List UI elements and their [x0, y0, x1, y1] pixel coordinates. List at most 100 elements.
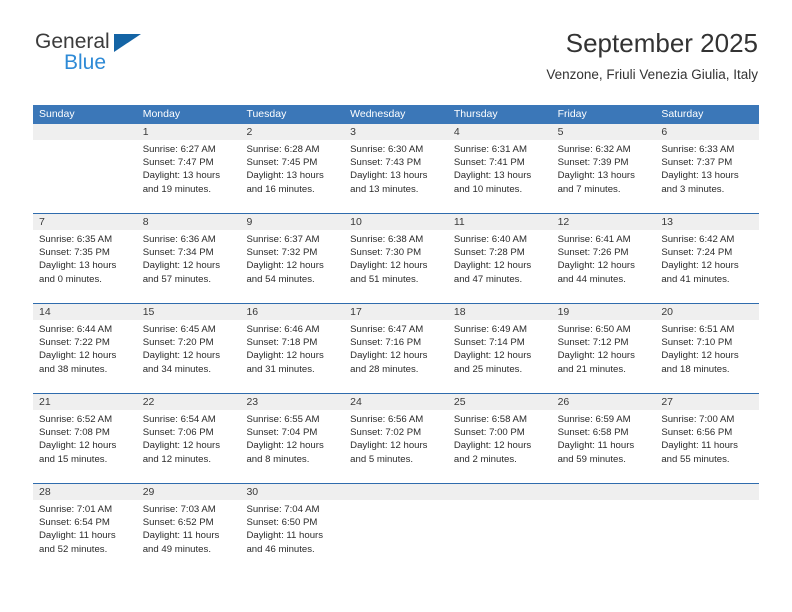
day-cell-6[interactable]: Sunrise: 6:33 AM Sunset: 7:37 PM Daylight:…	[655, 140, 759, 213]
day-info-line: Sunset: 7:30 PM	[350, 247, 422, 259]
day-info-line: Daylight: 12 hours	[246, 350, 324, 362]
day-cell-14[interactable]: Sunrise: 6:44 AM Sunset: 7:22 PM Daylight:…	[33, 320, 137, 393]
day-number-11[interactable]: 11	[448, 214, 552, 230]
day-info-line: Daylight: 13 hours	[39, 260, 117, 272]
day-cell-10[interactable]: Sunrise: 6:38 AM Sunset: 7:30 PM Daylight:…	[344, 230, 448, 303]
day-info-line: and 5 minutes.	[350, 453, 414, 465]
day-cell-11[interactable]: Sunrise: 6:40 AM Sunset: 7:28 PM Daylight:…	[448, 230, 552, 303]
day-info-line: Daylight: 11 hours	[39, 530, 116, 542]
day-cell-29[interactable]: Sunrise: 7:03 AM Sunset: 6:52 PM Daylight:…	[137, 500, 241, 573]
day-cell-22[interactable]: Sunrise: 6:54 AM Sunset: 7:06 PM Daylight:…	[137, 410, 241, 483]
day-number-18[interactable]: 18	[448, 304, 552, 320]
day-number-3[interactable]: 3	[344, 124, 448, 140]
day-cell-24[interactable]: Sunrise: 6:56 AM Sunset: 7:02 PM Daylight:…	[344, 410, 448, 483]
day-info-line: Sunrise: 6:49 AM	[453, 324, 527, 335]
day-number-28[interactable]: 28	[33, 484, 137, 500]
day-cell-3[interactable]: Sunrise: 6:30 AM Sunset: 7:43 PM Daylight:…	[344, 140, 448, 213]
day-number-21[interactable]: 21	[33, 394, 137, 410]
day-info-line: Daylight: 12 hours	[350, 350, 428, 362]
day-number-10[interactable]: 10	[344, 214, 448, 230]
day-info-line: Daylight: 12 hours	[246, 260, 324, 272]
day-number-1[interactable]: 1	[137, 124, 241, 140]
day-number-27[interactable]: 27	[655, 394, 759, 410]
day-number-empty	[552, 484, 656, 500]
day-info-line: Daylight: 11 hours	[661, 440, 738, 452]
day-number-9[interactable]: 9	[240, 214, 344, 230]
day-number-6[interactable]: 6	[655, 124, 759, 140]
day-number-20[interactable]: 20	[655, 304, 759, 320]
day-cell-empty	[344, 500, 448, 573]
day-number-8[interactable]: 8	[137, 214, 241, 230]
day-cell-21[interactable]: Sunrise: 6:52 AM Sunset: 7:08 PM Daylight:…	[33, 410, 137, 483]
day-info-line: and 28 minutes.	[350, 363, 419, 375]
day-cell-empty	[655, 500, 759, 573]
day-cell-1[interactable]: Sunrise: 6:27 AM Sunset: 7:47 PM Daylight:…	[137, 140, 241, 213]
day-cell-23[interactable]: Sunrise: 6:55 AM Sunset: 7:04 PM Daylight:…	[240, 410, 344, 483]
day-number-30[interactable]: 30	[240, 484, 344, 500]
day-info-line: Sunrise: 6:38 AM	[350, 234, 424, 245]
day-info-line: Sunset: 7:45 PM	[246, 157, 318, 169]
day-info-line: and 7 minutes.	[557, 183, 621, 195]
day-info-line: Daylight: 12 hours	[39, 440, 117, 452]
day-info-line: and 38 minutes.	[39, 363, 108, 375]
day-info-line: Daylight: 11 hours	[246, 530, 324, 542]
day-info-line: Sunrise: 6:45 AM	[142, 324, 216, 335]
day-number-29[interactable]: 29	[137, 484, 241, 500]
day-info-line: and 19 minutes.	[142, 183, 211, 195]
day-cell-18[interactable]: Sunrise: 6:49 AM Sunset: 7:14 PM Daylight:…	[448, 320, 552, 393]
day-cell-8[interactable]: Sunrise: 6:36 AM Sunset: 7:34 PM Daylight:…	[137, 230, 241, 303]
day-info-line: Sunrise: 6:36 AM	[142, 234, 216, 245]
day-cell-13[interactable]: Sunrise: 6:42 AM Sunset: 7:24 PM Daylight:…	[655, 230, 759, 303]
day-info-line: and 46 minutes.	[246, 543, 315, 555]
day-info-line: Sunrise: 7:01 AM	[39, 504, 113, 515]
general-blue-logo[interactable]: General Blue	[33, 30, 213, 84]
day-cell-26[interactable]: Sunrise: 6:59 AM Sunset: 6:58 PM Daylight:…	[552, 410, 656, 483]
day-cell-2[interactable]: Sunrise: 6:28 AM Sunset: 7:45 PM Daylight:…	[240, 140, 344, 213]
day-cell-16[interactable]: Sunrise: 6:46 AM Sunset: 7:18 PM Daylight:…	[240, 320, 344, 393]
day-number-26[interactable]: 26	[552, 394, 656, 410]
day-number-2[interactable]: 2	[240, 124, 344, 140]
day-info-line: Sunset: 7:04 PM	[246, 427, 318, 439]
date-number-band: 14 15 16 17 18 19 20	[33, 304, 759, 320]
weekday-header-saturday: Saturday	[661, 108, 704, 120]
day-cell-28[interactable]: Sunrise: 7:01 AM Sunset: 6:54 PM Daylight:…	[33, 500, 137, 573]
day-cell-19[interactable]: Sunrise: 6:50 AM Sunset: 7:12 PM Daylight:…	[552, 320, 656, 393]
day-number-16[interactable]: 16	[240, 304, 344, 320]
day-number-13[interactable]: 13	[655, 214, 759, 230]
day-cell-20[interactable]: Sunrise: 6:51 AM Sunset: 7:10 PM Daylight:…	[655, 320, 759, 393]
day-info-line: Daylight: 12 hours	[453, 350, 532, 362]
day-number-24[interactable]: 24	[344, 394, 448, 410]
day-cell-9[interactable]: Sunrise: 6:37 AM Sunset: 7:32 PM Daylight:…	[240, 230, 344, 303]
day-number-25[interactable]: 25	[448, 394, 552, 410]
day-cell-7[interactable]: Sunrise: 6:35 AM Sunset: 7:35 PM Daylight:…	[33, 230, 137, 303]
day-info-line: Sunset: 7:12 PM	[557, 337, 629, 349]
day-info-line: and 57 minutes.	[142, 273, 211, 285]
day-info-line: Sunrise: 7:03 AM	[142, 504, 216, 515]
day-info-line: Sunset: 7:00 PM	[453, 427, 525, 439]
day-number-22[interactable]: 22	[137, 394, 241, 410]
day-info-line: and 0 minutes.	[39, 273, 102, 285]
day-cell-15[interactable]: Sunrise: 6:45 AM Sunset: 7:20 PM Daylight:…	[137, 320, 241, 393]
day-info-line: and 31 minutes.	[246, 363, 315, 375]
day-number-14[interactable]: 14	[33, 304, 137, 320]
day-info-line: Daylight: 12 hours	[453, 440, 532, 452]
day-cell-17[interactable]: Sunrise: 6:47 AM Sunset: 7:16 PM Daylight:…	[344, 320, 448, 393]
day-number-17[interactable]: 17	[344, 304, 448, 320]
day-number-7[interactable]: 7	[33, 214, 137, 230]
day-info-line: Daylight: 12 hours	[661, 350, 739, 362]
day-info-line: and 3 minutes.	[661, 183, 725, 195]
day-cell-5[interactable]: Sunrise: 6:32 AM Sunset: 7:39 PM Daylight:…	[552, 140, 656, 213]
day-number-4[interactable]: 4	[448, 124, 552, 140]
day-cell-12[interactable]: Sunrise: 6:41 AM Sunset: 7:26 PM Daylight:…	[552, 230, 656, 303]
day-cell-27[interactable]: Sunrise: 7:00 AM Sunset: 6:56 PM Daylight:…	[655, 410, 759, 483]
day-info-line: Sunset: 7:10 PM	[661, 337, 733, 349]
day-number-12[interactable]: 12	[552, 214, 656, 230]
day-cell-30[interactable]: Sunrise: 7:04 AM Sunset: 6:50 PM Daylight:…	[240, 500, 344, 573]
day-number-15[interactable]: 15	[137, 304, 241, 320]
day-number-23[interactable]: 23	[240, 394, 344, 410]
day-number-19[interactable]: 19	[552, 304, 656, 320]
day-cell-4[interactable]: Sunrise: 6:31 AM Sunset: 7:41 PM Daylight:…	[448, 140, 552, 213]
day-number-5[interactable]: 5	[552, 124, 656, 140]
day-cell-25[interactable]: Sunrise: 6:58 AM Sunset: 7:00 PM Daylight:…	[448, 410, 552, 483]
day-info-line: Daylight: 12 hours	[142, 350, 221, 362]
